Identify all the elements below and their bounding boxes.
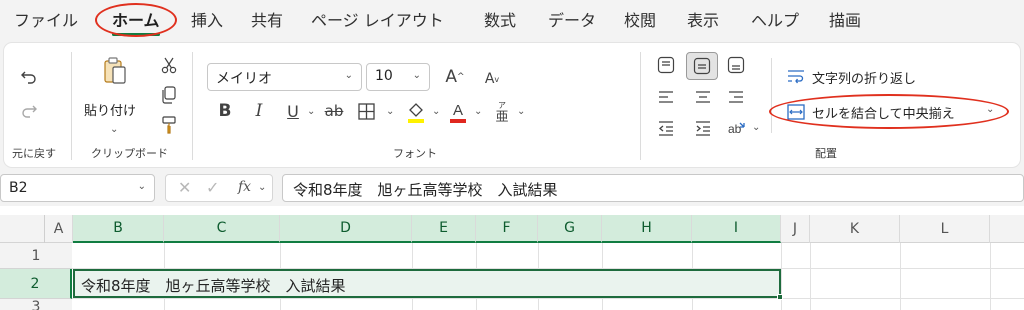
fill-color-icon[interactable] [405, 99, 427, 125]
tab-insert[interactable]: 挿入 [191, 7, 223, 31]
font-name-select[interactable]: メイリオ ⌄ [207, 63, 362, 91]
column-header-H[interactable]: H [602, 215, 692, 243]
tab-file[interactable]: ファイル [14, 7, 78, 31]
orientation-icon[interactable]: ab [722, 115, 750, 141]
row-header-1[interactable]: 1 [0, 243, 72, 269]
excel-window: ファイル ホーム 挿入 共有 ページ レイアウト 数式 データ 校閲 表示 ヘル… [0, 0, 1024, 310]
name-box[interactable]: B2 ⌄ [0, 174, 155, 202]
align-right-icon[interactable] [722, 84, 750, 110]
column-header-F[interactable]: F [476, 215, 538, 243]
font-color-icon[interactable]: A [447, 99, 469, 125]
tab-draw[interactable]: 描画 [829, 7, 861, 31]
column-header-I[interactable]: I [692, 215, 781, 243]
ribbon-tabs: ファイル ホーム 挿入 共有 ページ レイアウト 数式 データ 校閲 表示 ヘル… [0, 0, 1024, 40]
font-group-label: フォント [393, 147, 437, 160]
phonetic-guide-icon[interactable]: ア亜 [492, 98, 512, 124]
tab-share[interactable]: 共有 [251, 7, 283, 31]
undo-icon[interactable] [18, 66, 40, 88]
alignment-group-label: 配置 [815, 147, 837, 160]
column-header-A[interactable]: A [45, 215, 73, 243]
underline-dropdown-chevron-icon[interactable]: ⌄ [307, 106, 315, 117]
paste-button[interactable]: 貼り付け [84, 100, 136, 119]
row-header-2[interactable]: 2 [0, 269, 72, 299]
confirm-icon[interactable]: ✓ [206, 178, 219, 197]
column-header-C[interactable]: C [164, 215, 280, 243]
underline-icon[interactable]: U [283, 100, 303, 122]
column-header-L[interactable]: L [900, 215, 990, 243]
ribbon-separator [71, 52, 72, 160]
tab-page-layout[interactable]: ページ レイアウト [311, 7, 444, 31]
align-center-icon[interactable] [689, 84, 717, 110]
column-header-B[interactable]: B [73, 215, 164, 243]
decrease-indent-icon[interactable] [652, 115, 680, 141]
borders-dropdown-chevron-icon[interactable]: ⌄ [386, 106, 394, 117]
tab-formulas[interactable]: 数式 [484, 7, 516, 31]
strikethrough-icon[interactable]: ab [323, 100, 345, 122]
phonetic-dropdown-chevron-icon[interactable]: ⌄ [517, 106, 525, 117]
paste-icon[interactable] [100, 55, 130, 87]
font-size-select[interactable]: 10 ⌄ [366, 63, 430, 91]
paste-dropdown-chevron-icon[interactable]: ⌄ [110, 124, 118, 135]
font-name-value: メイリオ [216, 71, 272, 87]
svg-text:亜: 亜 [495, 110, 508, 123]
select-all-corner[interactable] [0, 215, 45, 243]
tab-help[interactable]: ヘルプ [751, 7, 799, 31]
clipboard-group-label: クリップボード [91, 147, 168, 160]
chevron-down-icon[interactable]: ⌄ [258, 182, 266, 193]
borders-icon[interactable] [355, 100, 377, 122]
fill-color-dropdown-chevron-icon[interactable]: ⌄ [432, 106, 440, 117]
align-top-icon[interactable] [652, 52, 680, 78]
column-header-E[interactable]: E [412, 215, 476, 243]
undo-group-label: 元に戻す [12, 147, 56, 160]
align-left-icon[interactable] [652, 84, 680, 110]
gridline [72, 298, 1024, 299]
increase-indent-icon[interactable] [689, 115, 717, 141]
column-header-K[interactable]: K [810, 215, 900, 243]
bold-icon[interactable]: B [215, 100, 235, 122]
wrap-text-button[interactable]: 文字列の折り返し [812, 68, 916, 87]
svg-text:ab: ab [728, 122, 742, 136]
increase-font-size-icon[interactable]: A ^ [444, 65, 466, 89]
gridline [810, 243, 811, 310]
row-header-3[interactable]: 3 [0, 299, 72, 310]
home-tab-annotation-circle [95, 3, 177, 37]
ribbon-separator [192, 52, 193, 160]
wrap-text-icon[interactable] [786, 67, 806, 85]
chevron-down-icon: ⌄ [137, 181, 146, 192]
cancel-icon[interactable]: ✕ [178, 178, 191, 197]
orientation-dropdown-chevron-icon[interactable]: ⌄ [752, 122, 760, 133]
column-header-D[interactable]: D [280, 215, 412, 243]
tab-review[interactable]: 校閲 [624, 7, 656, 31]
column-header-G[interactable]: G [538, 215, 602, 243]
svg-text:A: A [453, 102, 463, 119]
name-box-value: B2 [9, 180, 28, 196]
chevron-down-icon: ⌄ [412, 70, 421, 81]
gridline [990, 243, 991, 310]
svg-text:ア: ア [498, 101, 506, 110]
merged-cell-B2-I2[interactable]: 令和8年度 旭ヶ丘高等学校 入試結果 [73, 269, 781, 298]
copy-icon[interactable] [159, 85, 179, 105]
formula-controls: ✕ ✓ fx ⌄ [165, 174, 273, 202]
font-size-value: 10 [375, 68, 393, 84]
column-header-J[interactable]: J [781, 215, 810, 243]
cut-icon[interactable] [159, 55, 179, 75]
italic-icon[interactable]: I [249, 100, 269, 122]
column-header-row: A B C D E F G H I J K L [0, 215, 1024, 243]
merge-center-annotation-circle [769, 94, 1009, 129]
gridline [900, 243, 901, 310]
fill-handle[interactable] [777, 294, 783, 300]
insert-function-icon[interactable]: fx [238, 179, 251, 195]
tab-data[interactable]: データ [548, 7, 596, 31]
decrease-font-size-icon[interactable]: Av [482, 68, 502, 90]
ribbon-separator [771, 58, 772, 133]
redo-icon[interactable] [18, 100, 40, 122]
formula-input[interactable]: 令和8年度 旭ヶ丘高等学校 入試結果 [282, 174, 1024, 202]
font-color-dropdown-chevron-icon[interactable]: ⌄ [474, 106, 482, 117]
ribbon-separator [640, 52, 641, 160]
chevron-down-icon: ⌄ [344, 70, 353, 81]
tab-view[interactable]: 表示 [687, 7, 719, 31]
align-bottom-icon[interactable] [722, 52, 750, 78]
format-painter-icon[interactable] [159, 115, 179, 135]
align-middle-icon[interactable] [686, 52, 718, 80]
